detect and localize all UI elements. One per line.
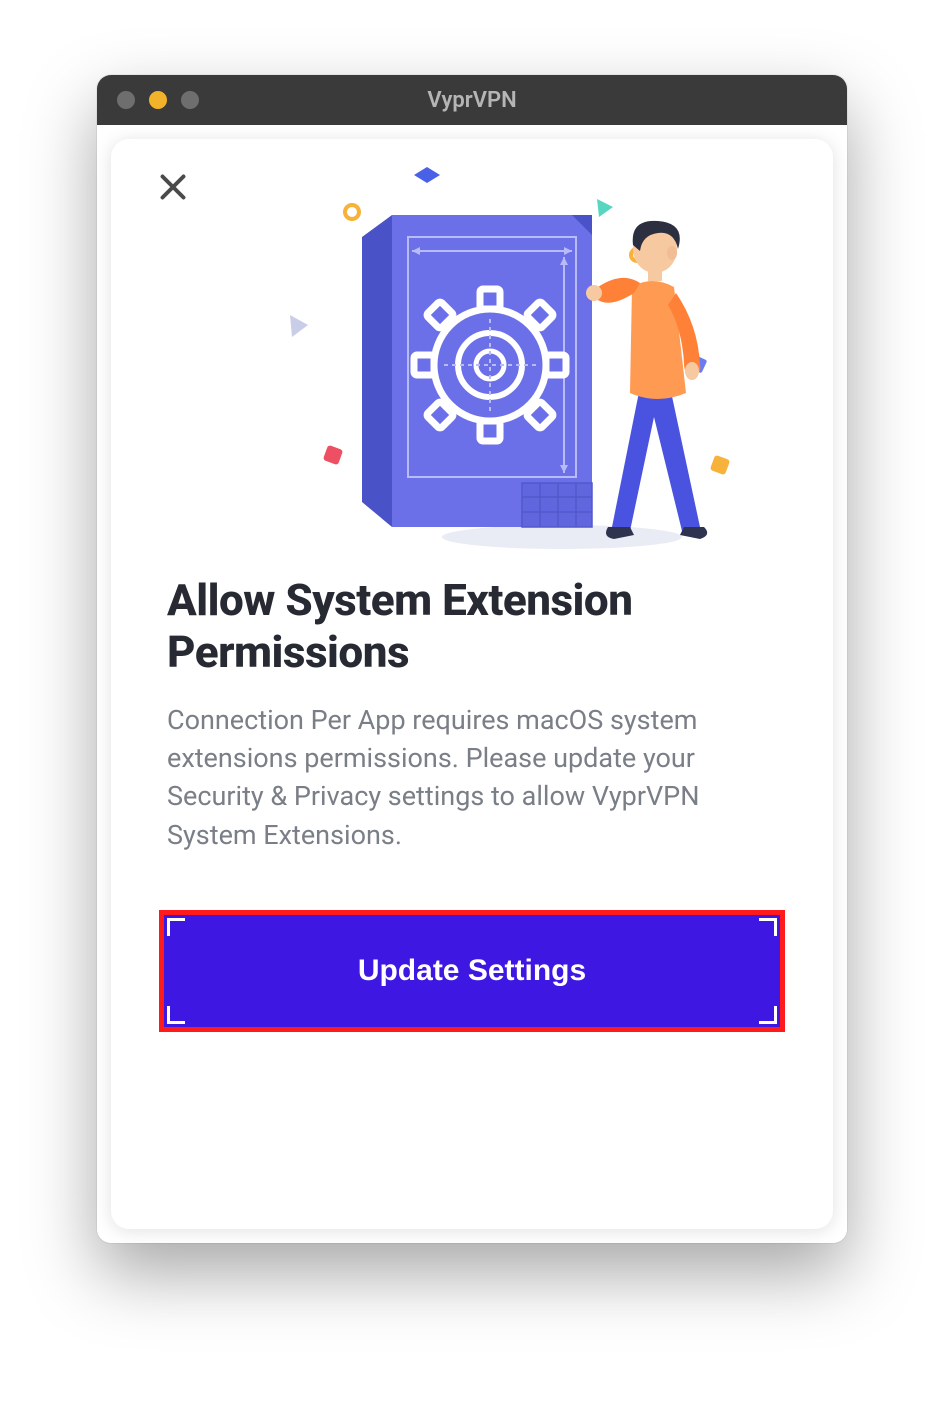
- traffic-lights: [97, 91, 199, 109]
- update-settings-button[interactable]: Update Settings: [164, 915, 780, 1027]
- highlight-corner-icon: [759, 918, 777, 936]
- highlight-corner-icon: [167, 1006, 185, 1024]
- window-zoom-button[interactable]: [181, 91, 199, 109]
- window-title: VyprVPN: [97, 88, 847, 113]
- cta-highlight-frame: Update Settings: [159, 910, 785, 1032]
- modal-heading: Allow System Extension Permissions: [111, 557, 833, 679]
- window-content: Allow System Extension Permissions Conne…: [97, 125, 847, 1243]
- cta-label: Update Settings: [358, 954, 586, 988]
- app-window: VyprVPN: [97, 75, 847, 1243]
- window-close-button[interactable]: [117, 91, 135, 109]
- hero-illustration: [111, 157, 833, 557]
- highlight-corner-icon: [167, 918, 185, 936]
- window-minimize-button[interactable]: [149, 91, 167, 109]
- permission-modal: Allow System Extension Permissions Conne…: [111, 139, 833, 1229]
- modal-body-text: Connection Per App requires macOS system…: [111, 679, 833, 854]
- highlight-corner-icon: [759, 1006, 777, 1024]
- window-titlebar[interactable]: VyprVPN: [97, 75, 847, 125]
